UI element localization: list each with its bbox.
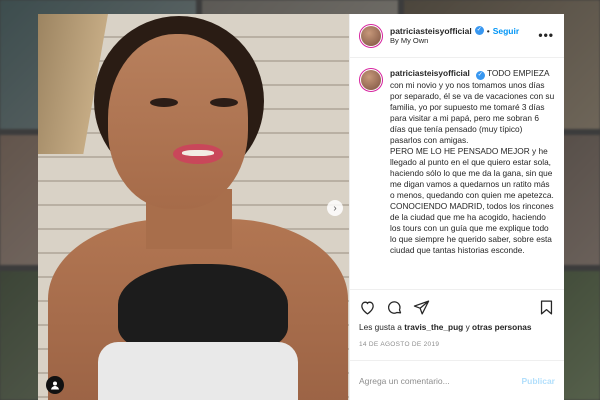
liker-username[interactable]: travis_the_pug <box>404 322 463 332</box>
photo-sports-top <box>118 264 288 354</box>
post-actions: Les gusta a travis_the_pug y otras perso… <box>350 289 564 350</box>
paper-plane-icon[interactable] <box>413 299 430 316</box>
comment-bubble-icon[interactable] <box>386 299 403 316</box>
photo-teeth <box>182 150 214 156</box>
post-caption: patriciasteisyofficial ✓ TODO EMPIEZA con… <box>390 68 555 283</box>
post-details-panel: patriciasteisyofficial ✓ • Seguir By My … <box>349 14 564 400</box>
post-header: patriciasteisyofficial ✓ • Seguir By My … <box>350 14 564 58</box>
separator-dot: • <box>486 25 490 36</box>
post-modal: › patriciasteisyofficial ✓ • Seguir By M… <box>38 14 564 400</box>
bookmark-icon[interactable] <box>538 299 555 316</box>
comment-form: Publicar <box>350 360 564 400</box>
likes-summary: Les gusta a travis_the_pug y otras perso… <box>359 322 532 332</box>
verified-badge-icon: ✓ <box>474 26 484 36</box>
photo-eye-right <box>210 98 238 107</box>
more-options-icon[interactable]: ••• <box>538 28 554 42</box>
tagged-user-icon <box>51 381 59 390</box>
post-photo[interactable]: › <box>38 14 349 400</box>
post-date[interactable]: 14 DE AGOSTO DE 2019 <box>359 341 555 348</box>
tagged-user-button[interactable] <box>46 376 64 394</box>
author-avatar[interactable] <box>359 23 383 48</box>
caption-paragraph: CONOCIENDO MADRID, todos los rincones de… <box>390 200 554 255</box>
verified-badge-icon: ✓ <box>475 71 485 81</box>
next-photo-button[interactable]: › <box>327 200 343 216</box>
caption-author-avatar[interactable] <box>359 68 383 92</box>
other-likers-link[interactable]: otras personas <box>472 322 531 332</box>
follow-button[interactable]: Seguir <box>493 26 519 37</box>
comment-input[interactable] <box>359 375 522 386</box>
heart-icon[interactable] <box>359 299 376 316</box>
photo-face <box>108 34 248 209</box>
publish-button[interactable]: Publicar <box>521 376 555 386</box>
caption-section: patriciasteisyofficial ✓ TODO EMPIEZA con… <box>350 58 564 289</box>
photo-shorts <box>98 342 298 400</box>
caption-username[interactable]: patriciasteisyofficial <box>390 68 470 78</box>
post-location[interactable]: By My Own <box>390 36 519 45</box>
chevron-right-icon: › <box>333 202 337 214</box>
photo-eye-left <box>150 98 178 107</box>
caption-paragraph: TODO EMPIEZA con mi novio y yo nos tomam… <box>390 68 555 146</box>
author-username[interactable]: patriciasteisyofficial <box>390 26 472 37</box>
caption-paragraph: PERO ME LO HE PENSADO MEJOR y he llegado… <box>390 146 554 200</box>
